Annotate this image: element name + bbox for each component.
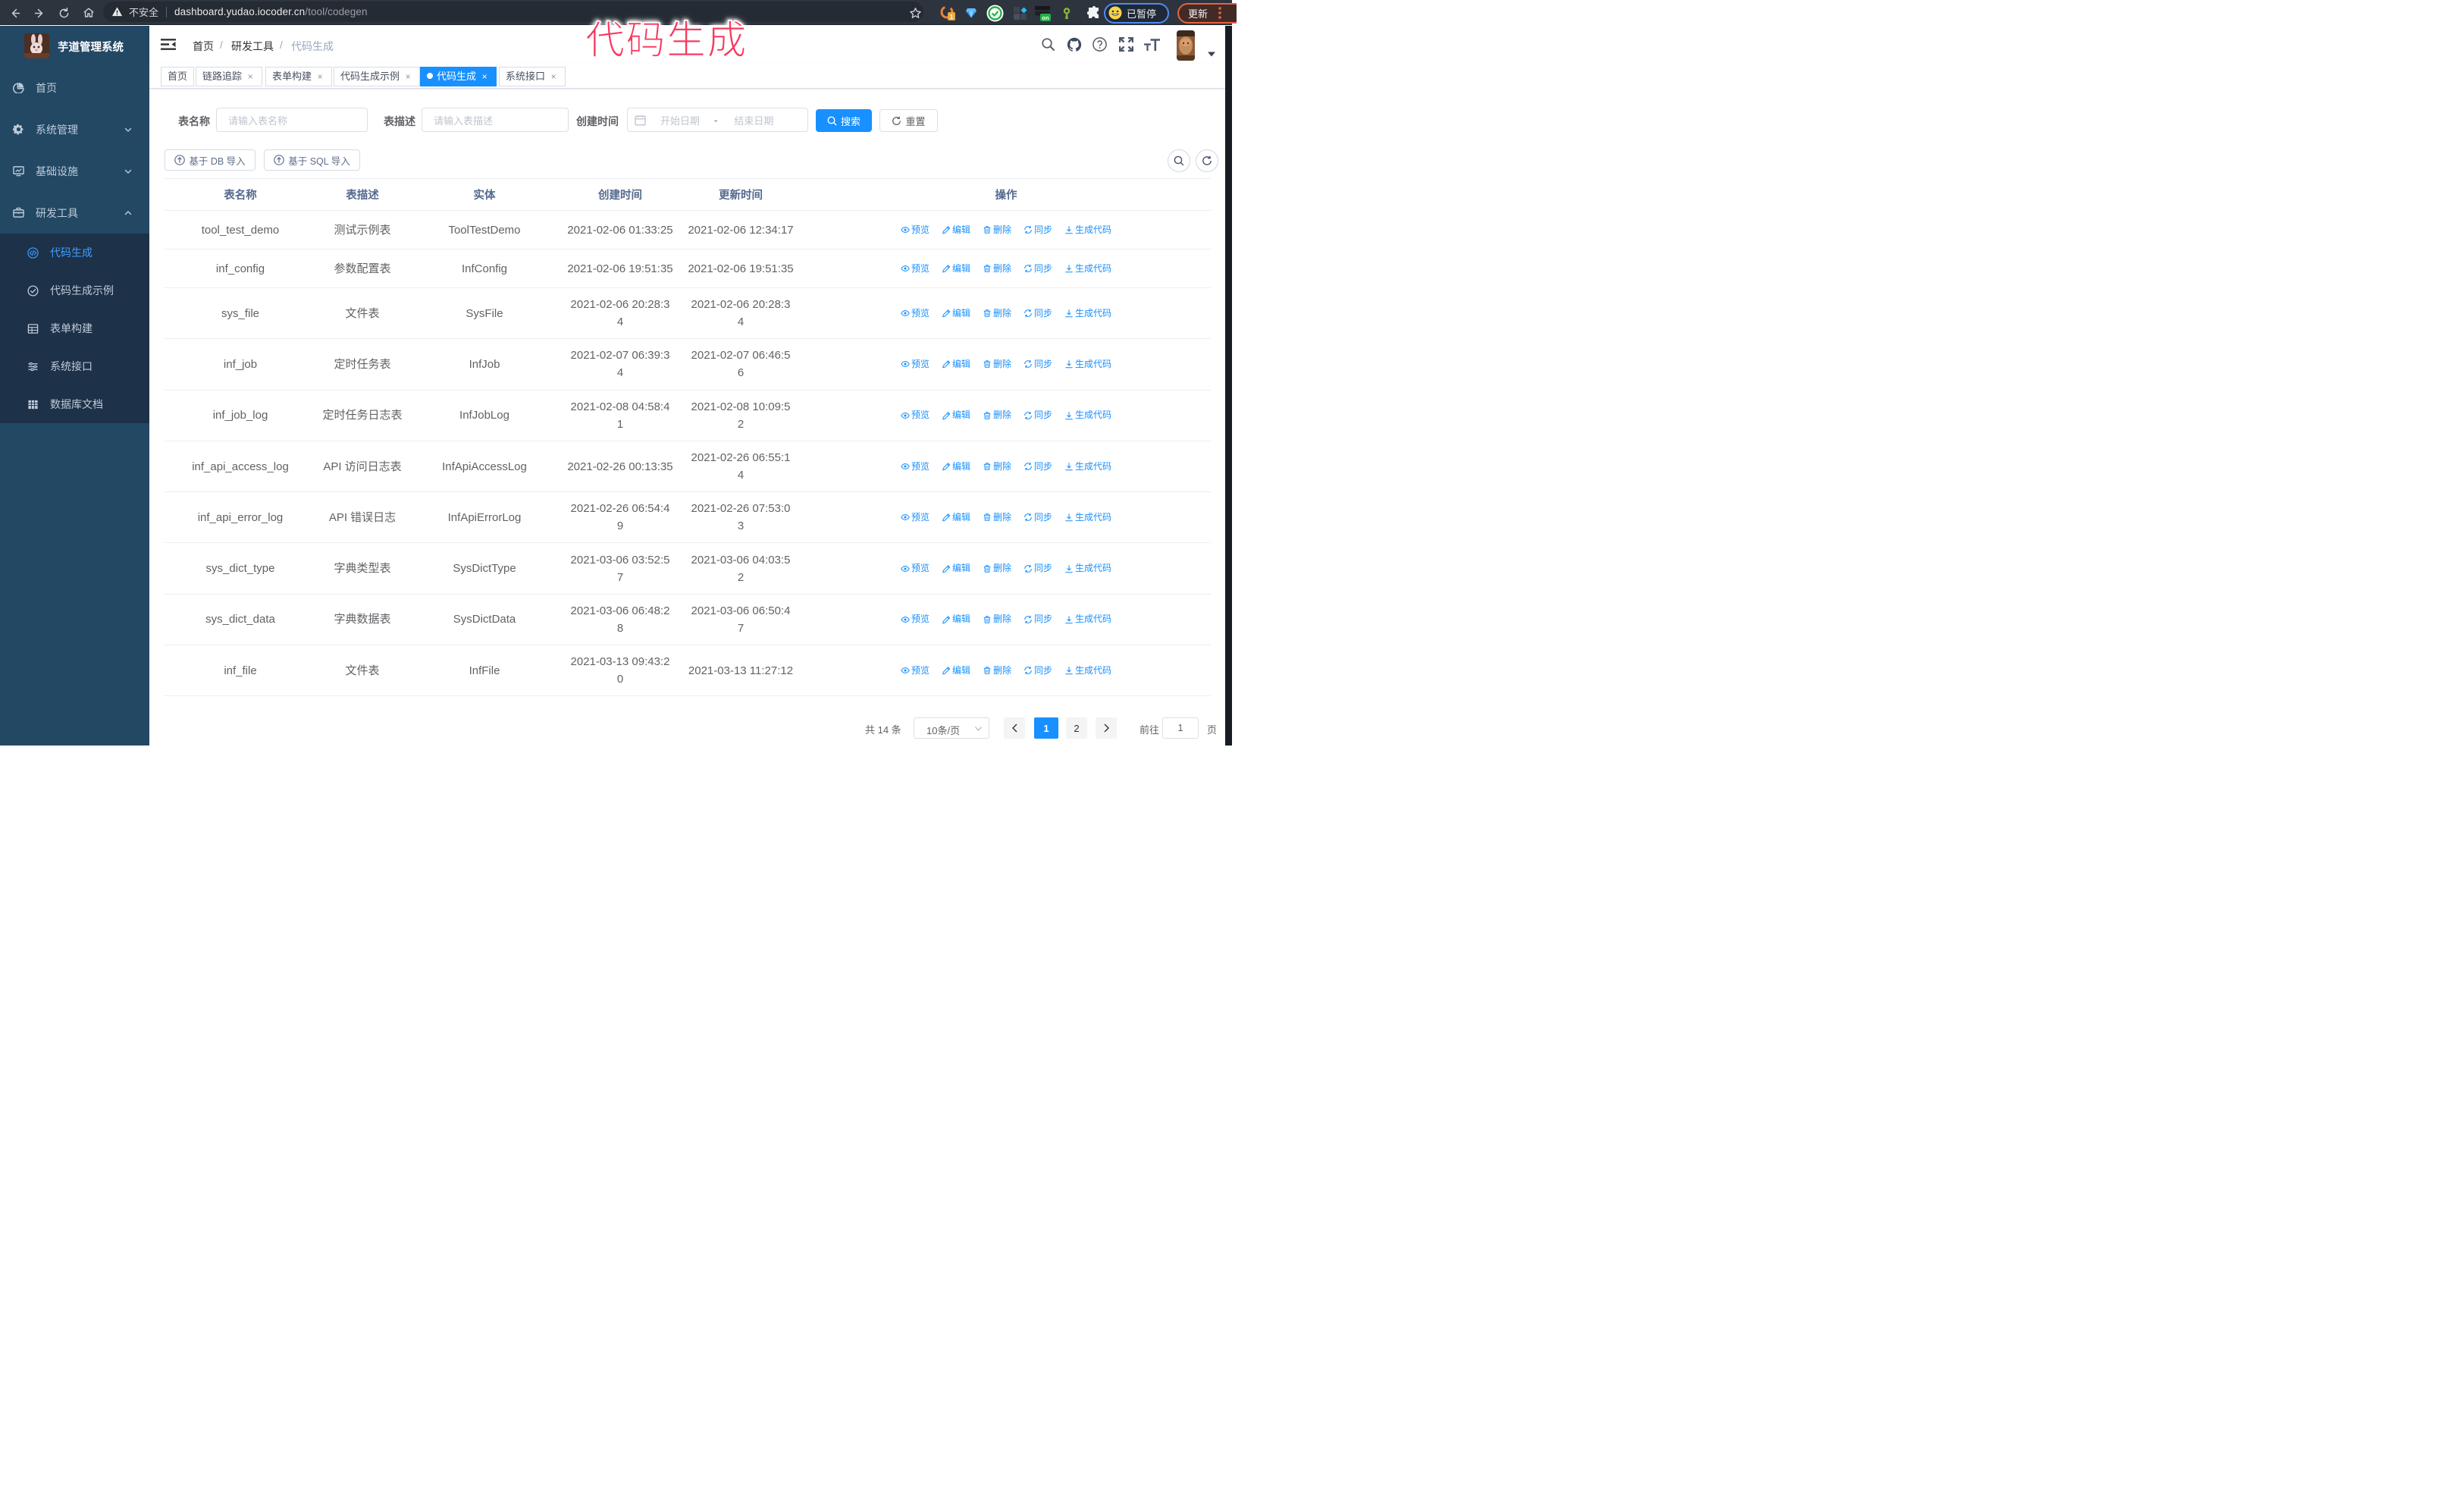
svg-text:1: 1: [950, 14, 954, 20]
svg-text:on: on: [1042, 14, 1049, 21]
